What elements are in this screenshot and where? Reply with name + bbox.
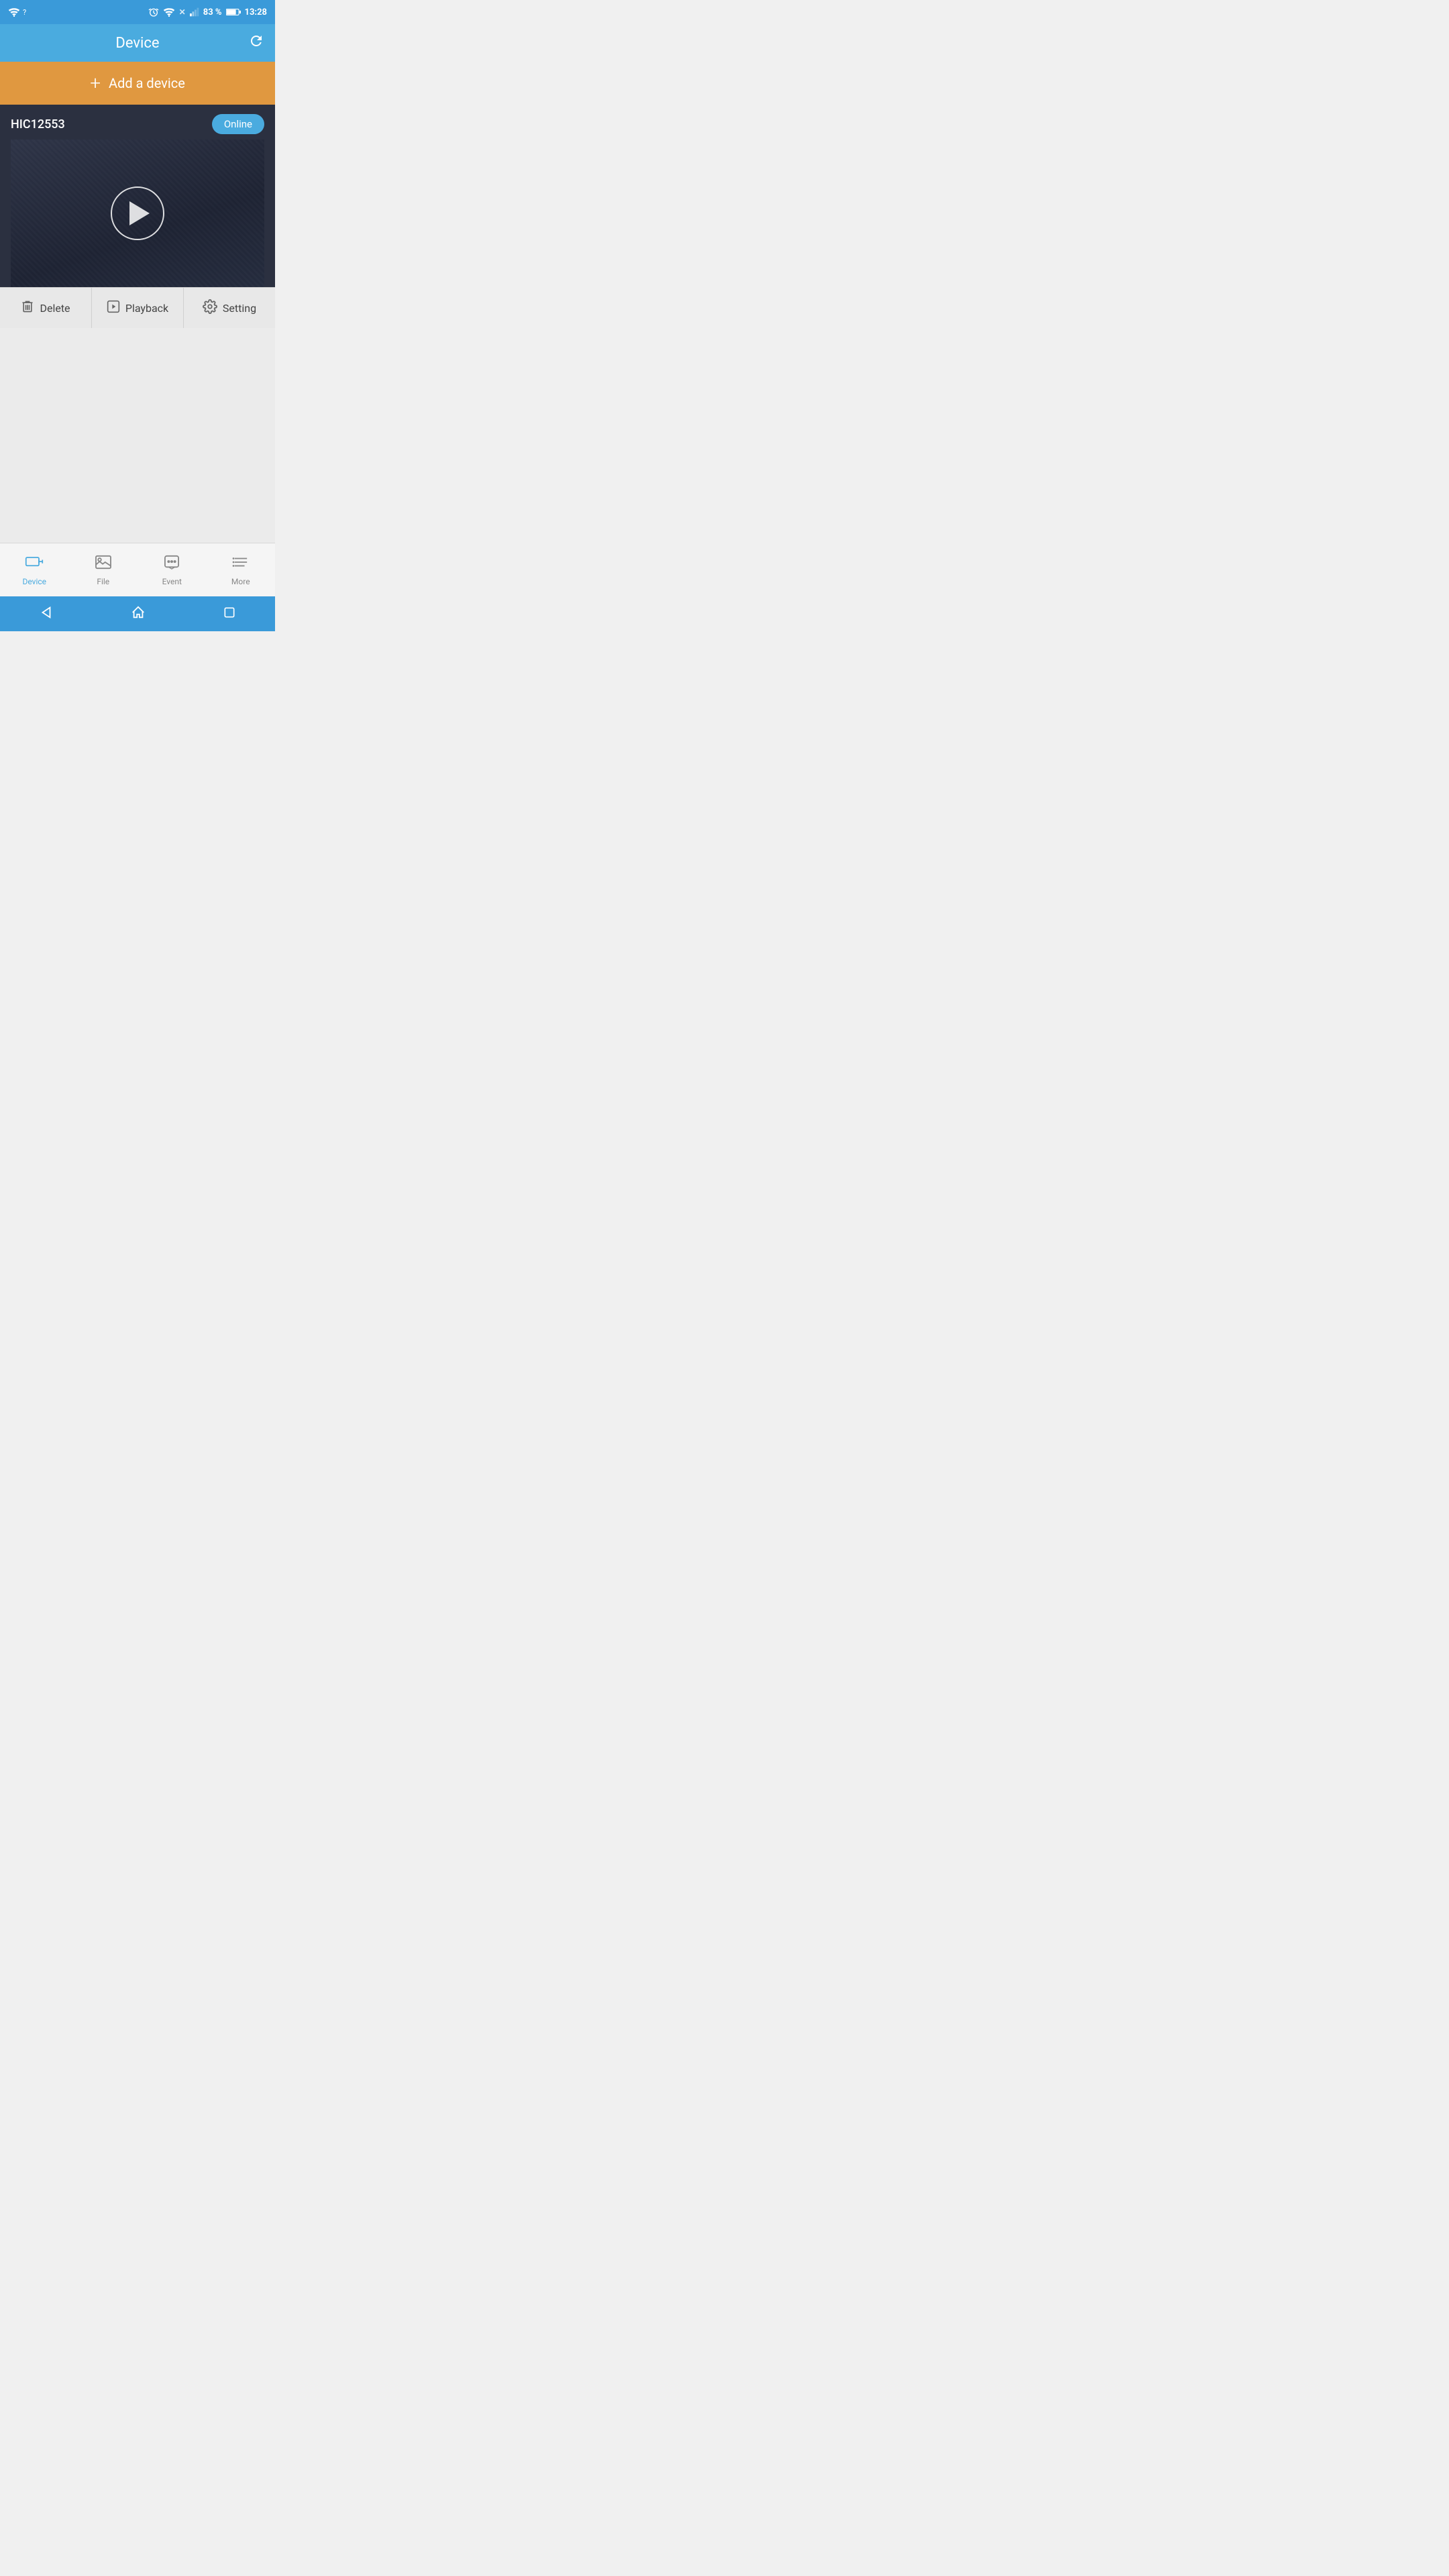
- nav-event[interactable]: Event: [138, 543, 207, 596]
- no-service-icon: ✕: [179, 7, 186, 17]
- wifi-icon: [8, 7, 20, 17]
- setting-icon: [203, 299, 217, 317]
- status-right: ✕ 83 % 13:28: [148, 7, 267, 17]
- status-left: ?: [8, 7, 26, 17]
- delete-button[interactable]: Delete: [0, 288, 92, 328]
- file-nav-icon: [95, 554, 112, 574]
- setting-button[interactable]: Setting: [184, 288, 275, 328]
- delete-label: Delete: [40, 302, 70, 315]
- cell-signal-icon: [190, 7, 199, 17]
- home-button[interactable]: [115, 600, 162, 629]
- bottom-nav: Device File Event: [0, 543, 275, 596]
- add-device-banner[interactable]: + Add a device: [0, 62, 275, 105]
- device-nav-icon: [25, 554, 44, 574]
- file-nav-label: File: [97, 577, 109, 586]
- device-nav-label: Device: [22, 577, 46, 586]
- header-title: Device: [115, 35, 159, 52]
- nav-device[interactable]: Device: [0, 543, 69, 596]
- wifi-question: ?: [23, 8, 26, 17]
- time-display: 13:28: [245, 7, 268, 17]
- playback-label: Playback: [125, 302, 168, 315]
- back-button[interactable]: [23, 600, 70, 629]
- add-device-plus-icon: +: [90, 74, 101, 93]
- event-nav-label: Event: [162, 577, 182, 586]
- playback-icon: [107, 300, 120, 317]
- battery-icon: [226, 8, 241, 16]
- online-status-badge: Online: [212, 114, 264, 134]
- setting-label: Setting: [223, 302, 256, 315]
- system-nav: [0, 596, 275, 631]
- event-nav-icon: [164, 554, 180, 574]
- nav-file[interactable]: File: [69, 543, 138, 596]
- recent-button[interactable]: [207, 600, 252, 628]
- signal-wifi-icon: [163, 7, 175, 17]
- more-nav-icon: [232, 554, 250, 574]
- alarm-icon: [148, 7, 159, 17]
- content-area: [0, 328, 275, 543]
- more-nav-label: More: [231, 577, 250, 586]
- play-triangle-icon: [129, 201, 150, 225]
- play-button[interactable]: [111, 186, 164, 240]
- device-name: HIC12553: [11, 117, 65, 131]
- delete-icon: [21, 299, 34, 317]
- device-card: HIC12553 Online: [0, 105, 275, 287]
- video-preview[interactable]: [11, 140, 264, 287]
- battery-percent: 83 %: [203, 7, 222, 17]
- action-bar: Delete Playback Setting: [0, 287, 275, 328]
- add-device-label: Add a device: [109, 75, 185, 91]
- app-header: Device: [0, 24, 275, 62]
- refresh-button[interactable]: [248, 33, 264, 53]
- playback-button[interactable]: Playback: [92, 288, 184, 328]
- status-bar: ? ✕ 83 % 13:28: [0, 0, 275, 24]
- device-card-header: HIC12553 Online: [11, 114, 264, 134]
- nav-more[interactable]: More: [207, 543, 276, 596]
